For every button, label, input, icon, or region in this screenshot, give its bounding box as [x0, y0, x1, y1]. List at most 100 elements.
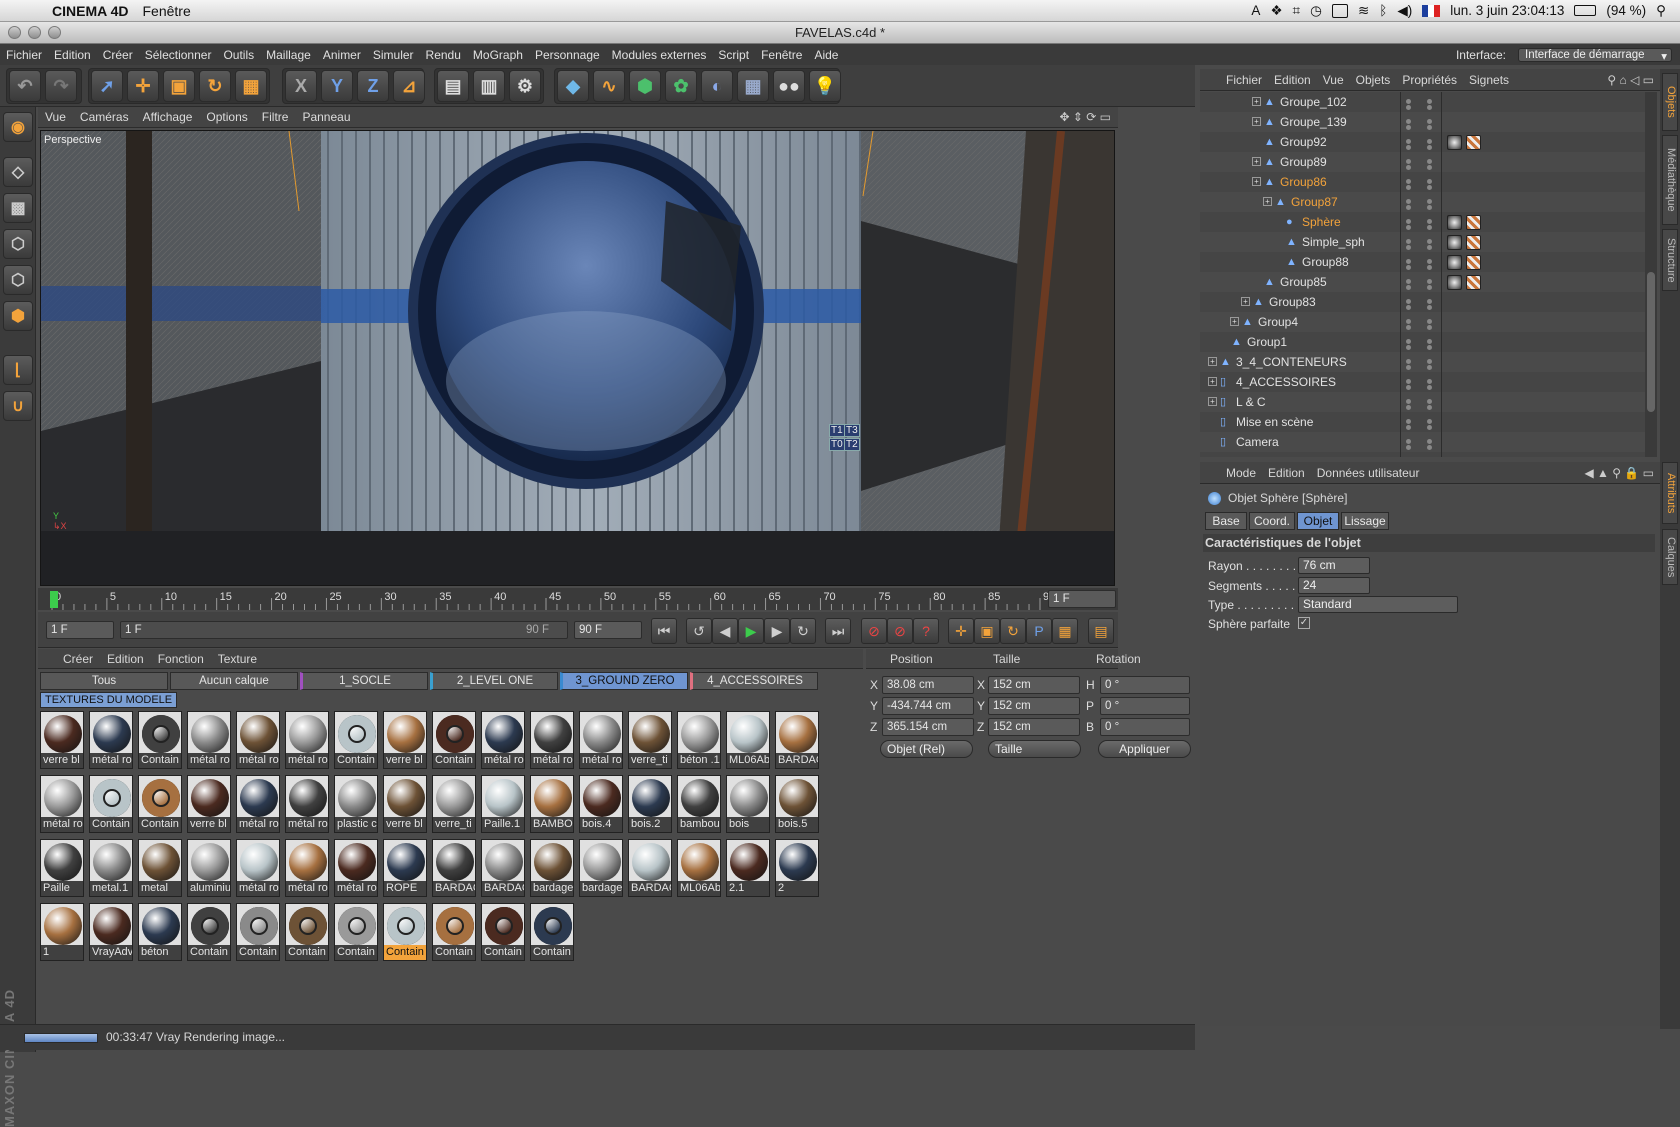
- render-view-icon[interactable]: ▤: [437, 70, 469, 102]
- object-name[interactable]: Group83: [1269, 295, 1316, 309]
- segments-input[interactable]: 24: [1298, 577, 1370, 594]
- coord-system-icon[interactable]: ⊿: [393, 70, 425, 102]
- menu-creer[interactable]: Créer: [97, 48, 139, 62]
- material-swatch[interactable]: métal ro: [285, 839, 329, 897]
- rayon-input[interactable]: 76 cm: [1298, 557, 1370, 574]
- visibility-dot[interactable]: [1427, 339, 1432, 344]
- datetime[interactable]: lun. 3 juin 23:04:13: [1450, 3, 1564, 18]
- expand-toggle-icon[interactable]: +: [1208, 357, 1217, 366]
- visibility-dot[interactable]: [1406, 165, 1411, 170]
- material-swatch[interactable]: Contain: [432, 711, 476, 769]
- visibility-dot[interactable]: [1427, 165, 1432, 170]
- prev-key-icon[interactable]: ↺: [686, 618, 712, 644]
- vp-menu-cameras[interactable]: Caméras: [73, 110, 136, 124]
- visibility-dot[interactable]: [1406, 179, 1411, 184]
- texture-section-label[interactable]: TEXTURES DU MODELE: [40, 692, 178, 708]
- layer-tab-socle[interactable]: 1_SOCLE: [300, 672, 428, 690]
- visibility-dot[interactable]: [1406, 325, 1411, 330]
- x-axis-icon[interactable]: X: [285, 70, 317, 102]
- obj-menu-objets[interactable]: Objets: [1350, 73, 1397, 87]
- next-frame-icon[interactable]: ▶: [764, 618, 790, 644]
- menu-personnage[interactable]: Personnage: [529, 48, 606, 62]
- object-row[interactable]: ▲ Group1: [1200, 332, 1645, 352]
- type-dropdown[interactable]: Standard: [1298, 596, 1458, 613]
- material-tag-icon[interactable]: [1447, 135, 1462, 150]
- visibility-dot[interactable]: [1406, 445, 1411, 450]
- visibility-dot[interactable]: [1406, 339, 1411, 344]
- menu-fichier[interactable]: Fichier: [0, 48, 48, 62]
- vp-menu-filtre[interactable]: Filtre: [255, 110, 296, 124]
- attr-tab-lissage[interactable]: Lissage: [1341, 512, 1389, 530]
- object-name[interactable]: Group92: [1280, 135, 1327, 149]
- visibility-dot[interactable]: [1427, 325, 1432, 330]
- texture-tag-icon[interactable]: [1466, 235, 1481, 250]
- dropbox-icon[interactable]: ❖: [1270, 3, 1282, 19]
- material-swatch[interactable]: Contain: [89, 775, 133, 833]
- side-tab-structure[interactable]: Structure: [1662, 229, 1678, 291]
- object-row[interactable]: + ▯ 4_ACCESSOIRES: [1200, 372, 1645, 392]
- object-row[interactable]: + ▲ Groupe_139: [1200, 112, 1645, 132]
- visibility-dot[interactable]: [1427, 285, 1432, 290]
- material-swatch[interactable]: 2: [775, 839, 819, 897]
- material-swatch[interactable]: Contain: [285, 903, 329, 961]
- key-rotation-icon[interactable]: ↻: [1000, 618, 1026, 644]
- expand-toggle-icon[interactable]: +: [1252, 157, 1261, 166]
- cube-icon[interactable]: ◆: [557, 70, 589, 102]
- object-name[interactable]: Sphère: [1302, 215, 1341, 229]
- layer-tab-ground-zero[interactable]: 3_GROUND ZERO: [560, 672, 688, 690]
- material-swatch[interactable]: métal ro: [285, 711, 329, 769]
- menu-mograph[interactable]: MoGraph: [467, 48, 529, 62]
- material-swatch[interactable]: Contain: [236, 903, 280, 961]
- visibility-dot[interactable]: [1427, 205, 1432, 210]
- points-mode-icon[interactable]: ⬡: [3, 229, 33, 259]
- expand-toggle-icon[interactable]: +: [1252, 177, 1261, 186]
- prev-frame-icon[interactable]: ◀: [712, 618, 738, 644]
- material-tag-icon[interactable]: [1447, 275, 1462, 290]
- obj-menu-vue[interactable]: Vue: [1317, 73, 1350, 87]
- menu-script[interactable]: Script: [712, 48, 755, 62]
- wifi-icon[interactable]: ≋: [1358, 3, 1369, 19]
- interface-dropdown[interactable]: Interface de démarrage: [1518, 47, 1672, 63]
- start-frame-field[interactable]: 1 F: [46, 621, 114, 639]
- visibility-dot[interactable]: [1406, 125, 1411, 130]
- mat-menu-fonction[interactable]: Fonction: [151, 652, 211, 666]
- object-row[interactable]: ▯ Camera: [1200, 432, 1645, 452]
- menu-edition[interactable]: Edition: [48, 48, 97, 62]
- zoom-window-button[interactable]: [48, 26, 61, 39]
- end-frame-field[interactable]: 90 F: [574, 621, 642, 639]
- visibility-dot[interactable]: [1406, 345, 1411, 350]
- timeline-window-icon[interactable]: ▤: [1088, 618, 1114, 644]
- volume-icon[interactable]: ◀): [1397, 3, 1412, 19]
- close-window-button[interactable]: [8, 26, 21, 39]
- snap-icon[interactable]: ∪: [3, 391, 33, 421]
- object-row[interactable]: + ▯ L & C: [1200, 392, 1645, 412]
- object-row[interactable]: + ▲ Group4: [1200, 312, 1645, 332]
- vp-menu-options[interactable]: Options: [199, 110, 254, 124]
- object-name[interactable]: Groupe_102: [1280, 95, 1347, 109]
- visibility-dot[interactable]: [1406, 439, 1411, 444]
- material-swatch[interactable]: 1: [40, 903, 84, 961]
- move-icon[interactable]: ✛: [127, 70, 159, 102]
- visibility-dot[interactable]: [1406, 279, 1411, 284]
- material-swatch[interactable]: ML06Ab: [677, 839, 721, 897]
- record-icon[interactable]: ⊘: [861, 618, 887, 644]
- visibility-dot[interactable]: [1406, 205, 1411, 210]
- app-menu[interactable]: CINEMA 4D: [52, 3, 129, 19]
- side-tab-objets[interactable]: Objets: [1662, 73, 1678, 131]
- material-tag-icon[interactable]: [1447, 255, 1462, 270]
- material-swatch[interactable]: BARDAG: [775, 711, 819, 769]
- material-swatch[interactable]: BARDAG: [481, 839, 525, 897]
- attr-tab-objet[interactable]: Objet: [1297, 512, 1339, 530]
- attr-menu-edition[interactable]: Edition: [1262, 466, 1311, 480]
- visibility-dot[interactable]: [1406, 385, 1411, 390]
- object-name[interactable]: Group86: [1280, 175, 1327, 189]
- object-name[interactable]: 3_4_CONTENEURS: [1236, 355, 1347, 369]
- visibility-dot[interactable]: [1427, 225, 1432, 230]
- object-row[interactable]: + ▲ Groupe_102: [1200, 92, 1645, 112]
- flag-icon[interactable]: [1422, 4, 1441, 17]
- key-param-icon[interactable]: P: [1026, 618, 1052, 644]
- render-picture-viewer-icon[interactable]: ▥: [473, 70, 505, 102]
- visibility-dot[interactable]: [1427, 105, 1432, 110]
- play-icon[interactable]: ▶: [738, 618, 764, 644]
- menu-modules[interactable]: Modules externes: [606, 48, 713, 62]
